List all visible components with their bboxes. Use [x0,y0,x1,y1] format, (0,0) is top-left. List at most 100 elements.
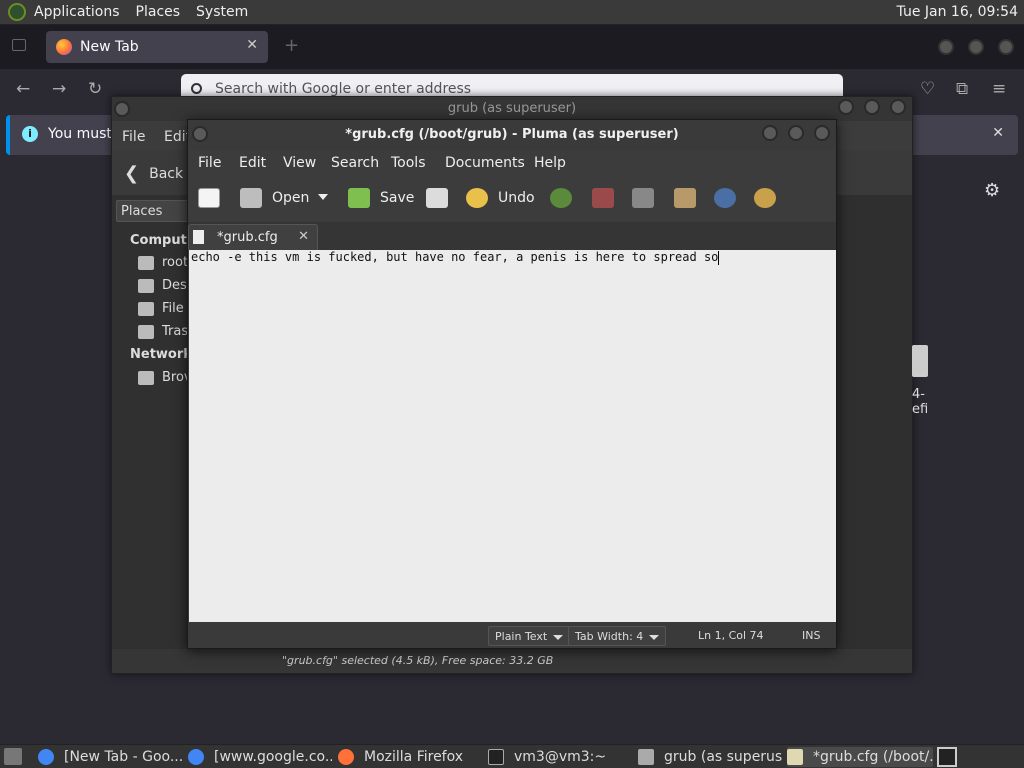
menu-icon[interactable]: ≡ [992,79,1006,99]
open-recent-dropdown[interactable] [318,194,328,200]
minimize-icon[interactable] [938,39,954,55]
caja-title-bar[interactable]: grub (as superuser) [112,97,912,121]
caja-maximize-icon[interactable] [864,99,880,115]
network-icon [138,370,154,385]
print-button[interactable] [426,188,458,208]
paste-button[interactable] [674,188,706,208]
tab-title: New Tab [80,39,139,55]
new-document-button[interactable] [198,188,230,208]
notification-close-icon[interactable]: ✕ [992,125,1004,141]
menu-search[interactable]: Search [331,155,379,171]
taskbar-item-terminal[interactable]: vm3@vm3:~ [488,747,628,767]
pluma-minimize-icon[interactable] [762,125,778,141]
places-menu[interactable]: Places [136,4,181,20]
system-menu[interactable]: System [196,4,248,20]
printer-icon [426,188,448,208]
gear-icon[interactable]: ⚙ [984,180,1000,201]
mate-logo-icon[interactable] [8,3,26,21]
caja-close-icon[interactable] [890,99,906,115]
open-button[interactable]: Open [240,188,309,208]
editor-text: echo -e this vm is fucked, but have no f… [191,250,719,264]
copy-icon [632,188,654,208]
close-icon[interactable] [998,39,1014,55]
pocket-icon[interactable]: ♡ [920,79,935,99]
tab-list-icon[interactable] [12,39,26,51]
menu-edit[interactable]: Edit [239,155,266,171]
pluma-window-menu-icon[interactable] [192,126,208,142]
pluma-title-bar[interactable]: *grub.cfg (/boot/grub) - Pluma (as super… [188,120,836,150]
reload-icon[interactable]: ↻ [88,79,102,99]
pluma-close-icon[interactable] [814,125,830,141]
chrome-icon [188,749,204,765]
caja-minimize-icon[interactable] [838,99,854,115]
chevron-down-icon [553,634,564,640]
workspace-switcher[interactable] [937,747,957,767]
tab-grub-cfg[interactable]: *grub.cfg ✕ [188,224,318,250]
new-tab-icon[interactable]: + [284,35,299,56]
sidebar-item-desktop[interactable]: Des [138,278,187,293]
open-folder-icon [240,188,262,208]
back-label: Back [149,165,184,182]
tab-close-icon[interactable]: ✕ [246,37,258,53]
taskbar-item-google[interactable]: [www.google.co... [188,747,332,767]
caja-menu-file[interactable]: File [122,129,145,145]
maximize-icon[interactable] [968,39,984,55]
taskbar-item-caja[interactable]: grub (as superuser) [638,747,782,767]
forward-arrow-icon[interactable]: → [52,79,66,99]
menu-documents[interactable]: Documents [445,155,525,171]
sidebar-item-root[interactable]: root [138,255,188,270]
taskbar-item-new-tab[interactable]: [New Tab - Goo... [38,747,182,767]
sidebar-header-computer: Compute [130,233,196,248]
cut-button[interactable] [592,188,624,208]
tab-width-label: Tab Width: 4 [575,630,644,643]
back-arrow-icon[interactable]: ← [16,79,30,99]
pluma-toolbar: Open Save Undo [188,178,836,222]
undo-button[interactable]: Undo [466,188,535,208]
sidebar-item-browse-network[interactable]: Brov [138,370,192,385]
caja-title: grub (as superuser) [447,101,577,116]
editor-line-1[interactable]: echo -e this vm is fucked, but have no f… [191,250,720,265]
show-desktop-icon[interactable] [4,748,22,765]
pluma-tab-bar: *grub.cfg ✕ [188,222,836,250]
sidebar-item-trash[interactable]: Tras [138,324,188,339]
document-icon [193,230,204,244]
file-icon[interactable] [912,345,928,377]
pluma-title: *grub.cfg (/boot/grub) - Pluma (as super… [345,127,679,142]
magnifier-icon [714,188,736,208]
menu-help[interactable]: Help [534,155,566,171]
extensions-icon[interactable]: ⧉ [956,79,968,99]
new-document-icon [198,188,220,208]
tab-close-icon[interactable]: ✕ [298,229,309,244]
save-button[interactable]: Save [348,188,414,208]
drive-icon [138,301,154,316]
folder-icon [638,749,654,765]
menu-tools[interactable]: Tools [391,155,426,171]
copy-button[interactable] [632,188,664,208]
top-panel-menu: Applications Places System [34,4,248,20]
firefox-tab-new-tab[interactable]: New Tab ✕ [46,31,268,63]
redo-button[interactable] [550,188,582,208]
tab-label: *grub.cfg [217,230,278,245]
tab-width-dropdown[interactable]: Tab Width: 4 [568,626,667,646]
places-label: Places [121,204,163,219]
menu-file[interactable]: File [198,155,221,171]
find-button[interactable] [714,188,746,208]
sidebar-header-network: Network [130,347,192,362]
undo-icon [466,188,488,208]
pluma-maximize-icon[interactable] [788,125,804,141]
taskbar-item-firefox[interactable]: Mozilla Firefox [338,747,478,767]
taskbar-item-pluma[interactable]: *grub.cfg (/boot/... [787,747,933,767]
redo-icon [550,188,572,208]
sidebar-item-filesystem[interactable]: File [138,301,184,316]
caja-menu-icon[interactable] [114,101,130,117]
applications-menu[interactable]: Applications [34,4,120,20]
language-dropdown[interactable]: Plain Text [488,626,571,646]
text-cursor [718,250,720,265]
text-editor[interactable]: echo -e this vm is fucked, but have no f… [189,250,836,622]
menu-view[interactable]: View [283,155,316,171]
clock[interactable]: Tue Jan 16, 09:54 [897,4,1018,20]
file-label[interactable]: 4-efi [912,387,928,417]
replace-button[interactable] [754,188,786,208]
caja-back-button[interactable]: ❮ Back [124,163,183,184]
url-placeholder: Search with Google or enter address [215,81,472,97]
